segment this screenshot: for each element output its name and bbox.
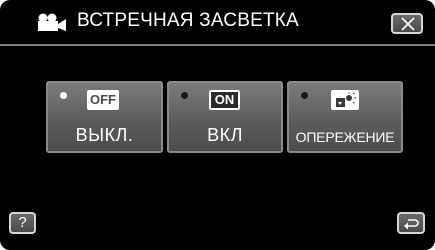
option-on-label: ВКЛ xyxy=(207,125,243,145)
header: ВСТРЕЧНАЯ ЗАСВЕТКА xyxy=(0,0,435,46)
help-button[interactable]: ? xyxy=(9,212,36,234)
back-button[interactable] xyxy=(397,212,425,234)
selected-indicator xyxy=(60,92,67,99)
page-title: ВСТРЕЧНАЯ ЗАСВЕТКА xyxy=(77,10,299,31)
close-button[interactable] xyxy=(391,13,423,34)
backlight-compensation-badge xyxy=(331,90,359,110)
on-badge: ON xyxy=(209,90,240,110)
option-preemptive-label: ОПЕРЕЖЕНИЕ xyxy=(295,129,395,145)
unselected-indicator xyxy=(301,92,308,99)
screen: ВСТРЕЧНАЯ ЗАСВЕТКА OFF ВЫКЛ. ON ВКЛ ОПЕР… xyxy=(0,0,435,250)
return-arrow-icon xyxy=(404,219,419,230)
unselected-indicator xyxy=(181,92,188,99)
movie-camera-icon xyxy=(38,13,66,31)
backlight-compensation-icon xyxy=(334,92,358,108)
option-preemptive-button[interactable]: ОПЕРЕЖЕНИЕ xyxy=(287,81,403,153)
close-icon xyxy=(401,17,415,31)
off-badge: OFF xyxy=(87,90,119,110)
option-on-button[interactable]: ON ВКЛ xyxy=(167,81,283,153)
option-off-label: ВЫКЛ. xyxy=(75,125,134,145)
option-off-button[interactable]: OFF ВЫКЛ. xyxy=(46,81,163,153)
